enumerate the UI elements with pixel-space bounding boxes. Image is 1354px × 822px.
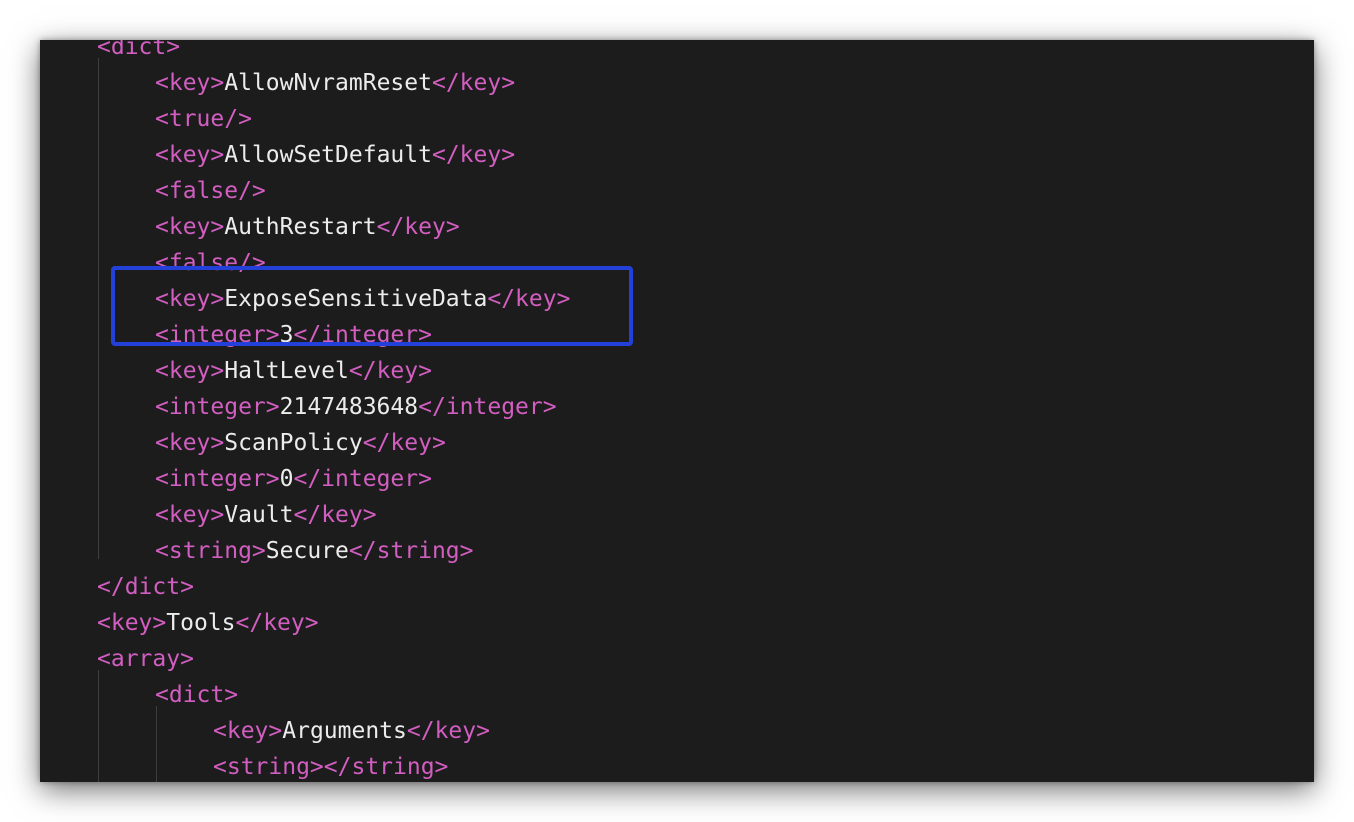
code-line[interactable]: <key>AllowSetDefault</key> bbox=[40, 137, 1314, 173]
xml-text: AllowSetDefault bbox=[224, 142, 432, 168]
code-line[interactable]: <string>Secure</string> bbox=[40, 533, 1314, 569]
code-line[interactable]: <key>ScanPolicy</key> bbox=[40, 425, 1314, 461]
xml-tag: <key> bbox=[97, 610, 167, 636]
indent-guide bbox=[156, 706, 157, 782]
xml-text: Secure bbox=[265, 538, 349, 564]
xml-tag: <dict> bbox=[97, 40, 181, 60]
xml-text: Tools bbox=[166, 610, 236, 636]
xml-tag: <true/> bbox=[155, 106, 252, 132]
xml-tag: </string> bbox=[348, 538, 474, 564]
code-line[interactable]: <dict> bbox=[40, 677, 1314, 713]
code-line[interactable]: <integer>2147483648</integer> bbox=[40, 389, 1314, 425]
code-line[interactable]: <key>Tools</key> bbox=[40, 605, 1314, 641]
xml-tag: <key> bbox=[155, 430, 225, 456]
xml-tag: <array> bbox=[97, 646, 194, 672]
xml-tag: <key> bbox=[155, 70, 225, 96]
xml-tag: <key> bbox=[155, 214, 225, 240]
xml-text: Arguments bbox=[282, 718, 407, 744]
code-line[interactable]: <key>HaltLevel</key> bbox=[40, 353, 1314, 389]
xml-tag: </key> bbox=[362, 430, 446, 456]
xml-tag: </key> bbox=[406, 718, 490, 744]
xml-tag: <key> bbox=[213, 718, 283, 744]
xml-tag: <integer> bbox=[155, 466, 280, 492]
code-line[interactable]: <string></string> bbox=[40, 749, 1314, 782]
xml-tag: <false/> bbox=[155, 178, 266, 204]
xml-tag: <key> bbox=[155, 502, 225, 528]
code-line[interactable]: <integer>0</integer> bbox=[40, 461, 1314, 497]
code-line[interactable]: <true/> bbox=[40, 101, 1314, 137]
code-line[interactable]: <key>Arguments</key> bbox=[40, 713, 1314, 749]
xml-text: HaltLevel bbox=[224, 358, 349, 384]
xml-tag: </key> bbox=[431, 70, 516, 96]
xml-text: AuthRestart bbox=[224, 214, 377, 240]
xml-tag: </key> bbox=[431, 142, 516, 168]
indent-guide bbox=[98, 670, 99, 782]
xml-tag: <string> bbox=[213, 754, 324, 780]
highlight-box bbox=[111, 266, 633, 346]
xml-tag: </string> bbox=[323, 754, 449, 780]
code-line[interactable]: <key>AuthRestart</key> bbox=[40, 209, 1314, 245]
code-line[interactable]: </dict> bbox=[40, 569, 1314, 605]
code-line[interactable]: <key>Vault</key> bbox=[40, 497, 1314, 533]
xml-text: 0 bbox=[279, 466, 294, 492]
xml-tag: <key> bbox=[155, 358, 225, 384]
xml-tag: </integer> bbox=[418, 394, 557, 420]
xml-tag: <key> bbox=[155, 142, 225, 168]
code-line[interactable]: <array> bbox=[40, 641, 1314, 677]
code-editor-window: <dict> <key>AllowNvramReset</key> <true/> <… bbox=[40, 40, 1314, 782]
code-line[interactable]: <dict> bbox=[40, 40, 1314, 65]
xml-tag: </dict> bbox=[97, 574, 194, 600]
code-line[interactable]: <false/> bbox=[40, 173, 1314, 209]
xml-text: 2147483648 bbox=[279, 394, 419, 420]
xml-tag: <integer> bbox=[155, 394, 280, 420]
xml-text: Vault bbox=[224, 502, 294, 528]
xml-tag: </key> bbox=[293, 502, 377, 528]
xml-text: ScanPolicy bbox=[224, 430, 363, 456]
code-line[interactable]: <key>AllowNvramReset</key> bbox=[40, 65, 1314, 101]
xml-tag: </integer> bbox=[293, 466, 432, 492]
xml-tag: </key> bbox=[376, 214, 460, 240]
indent-guide bbox=[98, 58, 99, 559]
xml-tag: </key> bbox=[235, 610, 319, 636]
xml-tag: <string> bbox=[155, 538, 266, 564]
xml-tag: </key> bbox=[348, 358, 432, 384]
xml-tag: <dict> bbox=[155, 682, 239, 708]
xml-text: AllowNvramReset bbox=[224, 70, 432, 96]
code-view[interactable]: <dict> <key>AllowNvramReset</key> <true/> <… bbox=[40, 40, 1314, 782]
